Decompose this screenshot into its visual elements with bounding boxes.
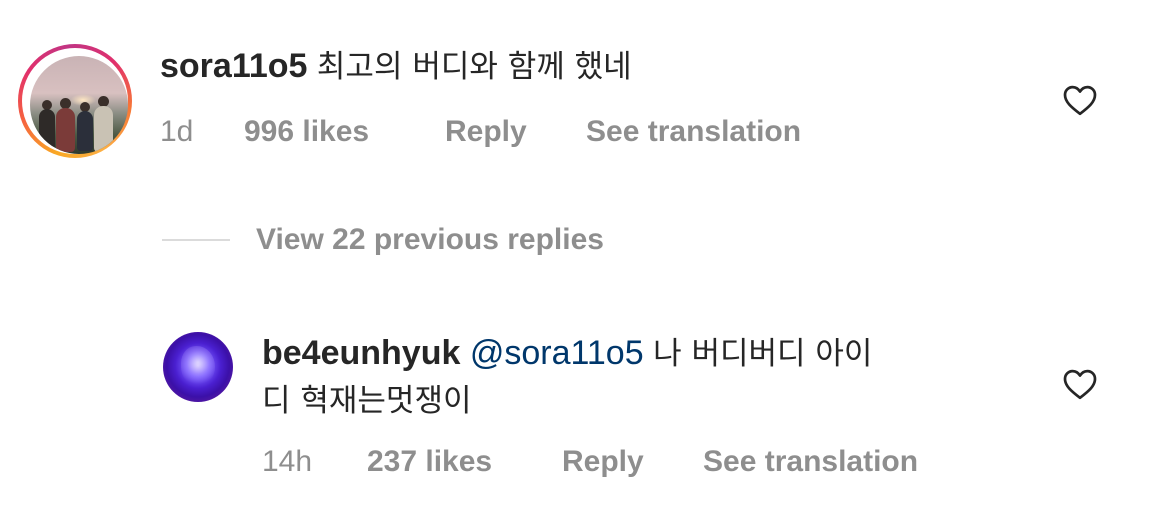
avatar[interactable]: [30, 56, 128, 154]
reply-likes[interactable]: 237 likes: [367, 444, 492, 480]
heart-outline-icon[interactable]: [1062, 83, 1098, 117]
story-ring-gap: [22, 48, 128, 154]
comment-text: 최고의 버디와 함께 했네: [316, 49, 632, 85]
comment-time: 1d: [160, 115, 194, 148]
avatar-figure: [39, 109, 55, 149]
reply-text-line2: 디 혁재는멋쟁이: [262, 383, 472, 419]
avatar-figure: [56, 108, 75, 152]
avatar-figure: [77, 111, 93, 151]
reply-time: 14h: [262, 445, 313, 478]
reply-reply-button[interactable]: Reply: [562, 444, 644, 480]
comment-line: sora11o5 최고의 버디와 함께 했네: [160, 44, 632, 89]
view-previous-replies-button[interactable]: View 22 previous replies: [256, 222, 604, 258]
story-ring[interactable]: [18, 44, 132, 158]
heart-outline-icon[interactable]: [1062, 367, 1098, 401]
avatar-figure: [181, 346, 215, 386]
reply-text-line1: 나 버디버디 아이: [653, 336, 873, 372]
reply-mention[interactable]: @sora11o5: [470, 334, 644, 372]
comment-username[interactable]: sora11o5: [160, 47, 307, 85]
reply-meta: 14h 237 likes Reply See translation: [262, 444, 982, 480]
comment-meta: 1d 996 likes Reply See translation: [160, 114, 880, 150]
avatar-figure: [94, 106, 113, 152]
reply-username[interactable]: be4eunhyuk: [262, 334, 460, 372]
reply-body: be4eunhyuk @sora11o5 나 버디버디 아이 디 혁재는멋쟁이: [262, 330, 1002, 424]
comment-likes[interactable]: 996 likes: [244, 114, 369, 150]
replies-divider: [162, 239, 230, 241]
reply-avatar[interactable]: [163, 332, 233, 402]
comment-see-translation[interactable]: See translation: [586, 114, 801, 150]
reply-see-translation[interactable]: See translation: [703, 444, 918, 480]
comment-reply-button[interactable]: Reply: [445, 114, 527, 150]
